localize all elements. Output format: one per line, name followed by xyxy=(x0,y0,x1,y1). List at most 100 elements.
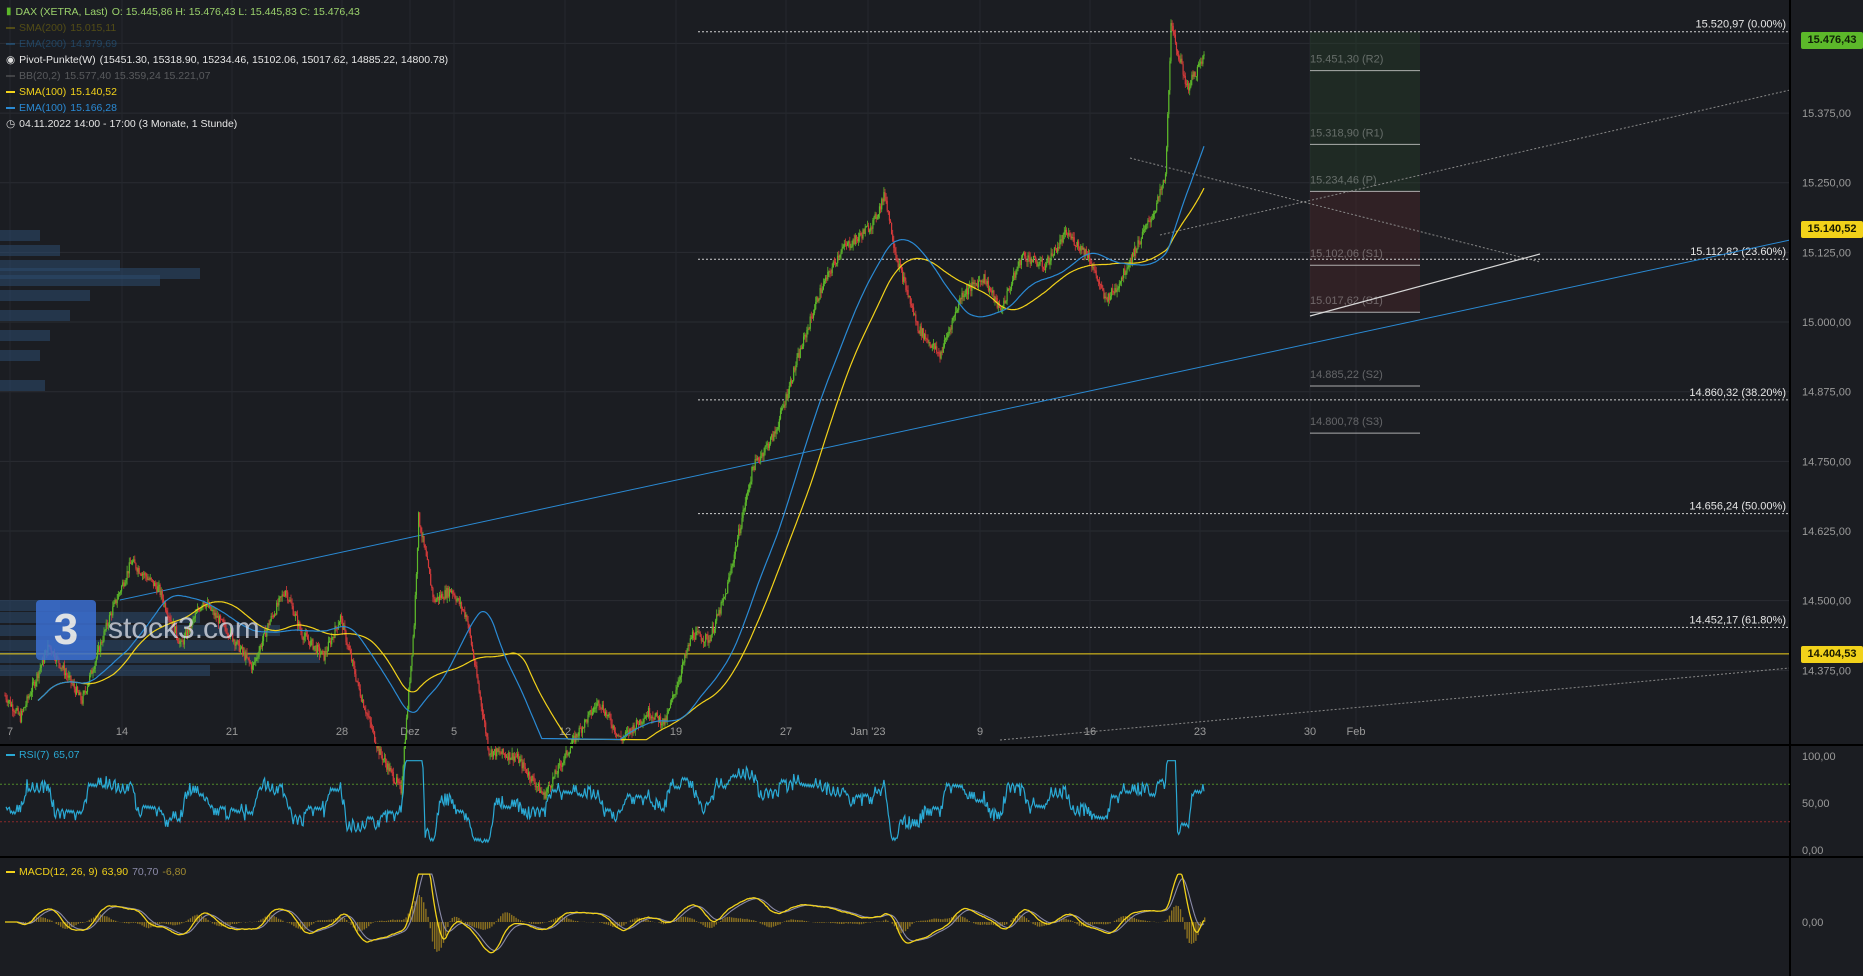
candle-body xyxy=(211,610,213,612)
candle-body xyxy=(909,296,911,304)
candle-body xyxy=(820,288,822,293)
candle-body xyxy=(25,704,27,708)
candle-body xyxy=(668,708,670,711)
candle-body xyxy=(14,711,16,713)
candle-body xyxy=(1100,284,1102,286)
candle-body xyxy=(11,704,13,707)
candle-body xyxy=(814,309,816,314)
candle-body xyxy=(1061,239,1063,243)
fib-level-label: 15.520,97 (0.00%) xyxy=(1695,19,1786,31)
ema100-label: EMA(100) xyxy=(19,102,67,114)
macd-hist-bar xyxy=(1078,922,1080,926)
candle-body xyxy=(1171,23,1173,26)
candle-body xyxy=(122,582,124,587)
candle-body xyxy=(1119,281,1121,284)
candle-body xyxy=(599,705,601,708)
macd-hist-bar xyxy=(528,922,530,923)
candle-body xyxy=(36,673,38,682)
sma200-value: 15.015,11 xyxy=(70,22,117,34)
candle-body xyxy=(927,339,929,343)
volume-profile-bar xyxy=(0,330,50,341)
candle-body xyxy=(476,665,478,677)
candle-body xyxy=(60,667,62,669)
candle-body xyxy=(709,640,711,642)
candle-body xyxy=(138,568,140,574)
candle-body xyxy=(1203,54,1205,57)
candle-body xyxy=(695,631,697,640)
candle-body xyxy=(1173,31,1175,35)
candle-body xyxy=(444,590,446,600)
candle-body xyxy=(853,239,855,245)
candle-body xyxy=(1095,270,1097,276)
candle-body xyxy=(92,671,94,674)
candle-body xyxy=(903,276,905,282)
macd-hist-bar xyxy=(687,917,689,922)
candle-body xyxy=(732,562,734,566)
candle-body xyxy=(422,536,424,538)
candle-body xyxy=(145,573,147,577)
candle-body xyxy=(892,234,894,241)
candle-body xyxy=(931,345,933,348)
macd-hist-bar xyxy=(1023,916,1025,922)
candle-body xyxy=(366,713,368,715)
macd-hist-bar xyxy=(282,920,284,922)
candle-body xyxy=(1101,284,1103,288)
candle-body xyxy=(456,599,458,602)
candle-body xyxy=(156,586,158,593)
macd-hist-bar xyxy=(90,918,93,922)
candle-body xyxy=(113,602,115,607)
candle-body xyxy=(1024,252,1026,257)
candle-body xyxy=(401,780,403,794)
macd-hist-bar xyxy=(984,922,986,925)
macd-hist-bar xyxy=(1146,921,1149,922)
volume-profile-bar xyxy=(0,290,90,301)
candle-body xyxy=(597,700,599,704)
macd-hist-bar xyxy=(475,922,478,928)
macd-hist-bar xyxy=(841,922,843,925)
hline-badge: 14.404,53 xyxy=(1801,646,1863,663)
macd-hist-bar xyxy=(115,920,117,922)
rsi-value: 65,07 xyxy=(53,749,80,761)
candle-body xyxy=(259,645,261,651)
macd-hist-bar xyxy=(51,920,53,922)
macd-hist-bar xyxy=(843,922,845,924)
candle-body xyxy=(1014,272,1016,278)
macd-hist-bar xyxy=(920,920,922,922)
candle-body xyxy=(601,704,603,709)
candle-body xyxy=(33,681,35,683)
candle-body xyxy=(1070,235,1072,239)
macd-hist-bar xyxy=(878,921,880,922)
candle-body xyxy=(1085,249,1087,255)
candle-body xyxy=(1170,23,1172,62)
macd-hist-bar xyxy=(680,916,682,922)
candle-body xyxy=(933,343,936,349)
candle-body xyxy=(844,243,846,245)
macd-hist-bar xyxy=(233,922,236,924)
candle-body xyxy=(778,418,780,428)
candle-body xyxy=(278,598,280,606)
macd-hist-bar xyxy=(174,922,176,926)
candle-body xyxy=(605,711,607,716)
candle-body xyxy=(1030,259,1032,264)
candle-body xyxy=(490,749,492,755)
macd-hist-bar xyxy=(60,922,62,927)
candle-body xyxy=(246,653,248,658)
macd-hist-bar xyxy=(779,922,781,925)
candle-body xyxy=(421,532,423,538)
price-chart[interactable]: 15.500,0015.375,0015.250,0015.125,0015.0… xyxy=(0,0,1863,976)
candle-body xyxy=(643,718,645,723)
macd-hist-bar xyxy=(1036,922,1039,927)
candle-body xyxy=(1107,293,1109,302)
candle-body xyxy=(680,669,683,678)
candle-body xyxy=(544,792,546,799)
macd-hist-bar xyxy=(328,919,330,922)
candle-body xyxy=(26,696,28,705)
candle-body xyxy=(638,723,640,726)
candle-body xyxy=(535,786,537,788)
candle-body xyxy=(467,621,469,625)
candle-body xyxy=(1069,233,1071,236)
candle-body xyxy=(724,594,727,597)
candle-body xyxy=(830,272,832,274)
candle-body xyxy=(526,773,529,776)
candle-body xyxy=(928,342,930,344)
